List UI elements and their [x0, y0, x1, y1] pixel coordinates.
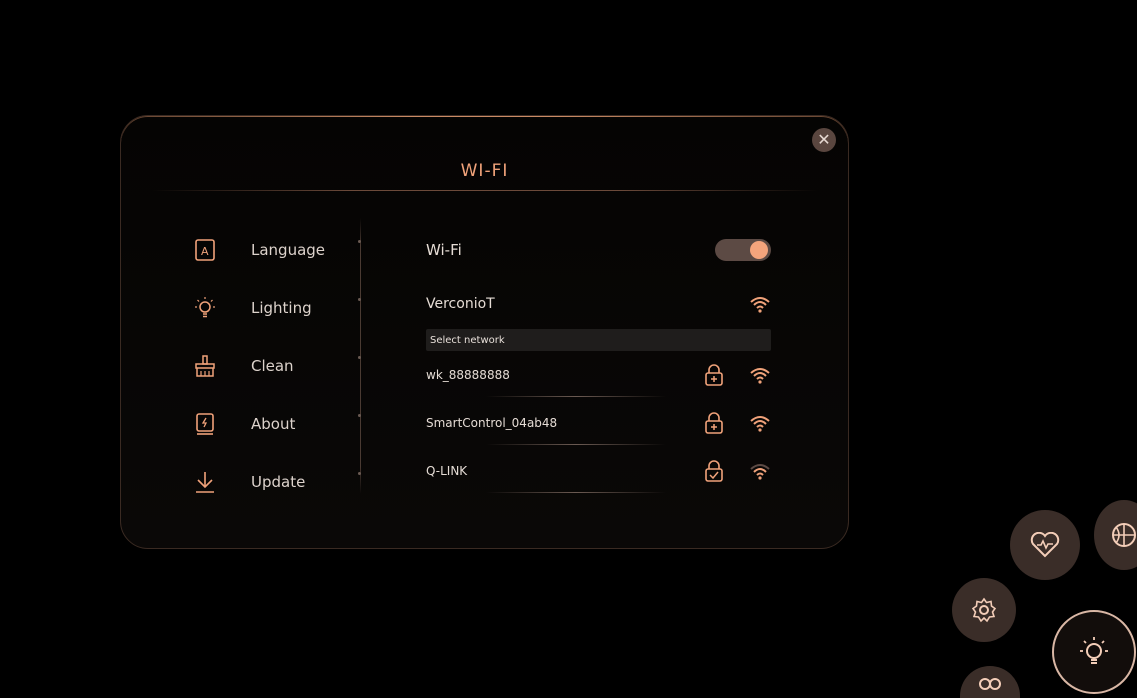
bulb-icon — [191, 294, 219, 322]
divider-dot — [358, 472, 361, 475]
wifi-signal-icon — [749, 413, 771, 433]
network-list-item[interactable]: wk_88888888 — [426, 351, 771, 399]
row-divider — [486, 492, 666, 493]
health-orb-button[interactable] — [1010, 510, 1080, 580]
bulb-icon — [1080, 637, 1108, 664]
network-list-item-partial[interactable] — [426, 495, 771, 501]
language-icon: A — [191, 236, 219, 264]
wifi-signal-icon — [749, 461, 771, 481]
loop-icon — [979, 678, 1001, 690]
lock-check-icon — [703, 459, 725, 483]
wifi-label: Wi-Fi — [426, 241, 462, 259]
network-list-item[interactable]: Q-LINK — [426, 447, 771, 495]
sidebar-item-clean[interactable]: Clean — [191, 337, 371, 395]
divider-dot — [358, 414, 361, 417]
row-divider — [486, 444, 666, 445]
close-icon: ✕ — [817, 130, 831, 149]
connected-network-name: VerconioT — [426, 296, 495, 312]
lighting-orb-button[interactable] — [1052, 610, 1136, 694]
wifi-toggle-row: Wi-Fi — [426, 221, 771, 279]
divider-dot — [358, 356, 361, 359]
wifi-panel: Wi-Fi VerconioT Select network wk_888888… — [426, 221, 771, 501]
network-name: wk_88888888 — [426, 368, 510, 382]
settings-sidebar: A Language Lighting Clean About Update — [191, 221, 371, 511]
download-icon — [191, 468, 219, 496]
network-name: SmartControl_04ab48 — [426, 416, 558, 430]
heart-icon — [1030, 532, 1060, 558]
connected-network-row[interactable]: VerconioT — [426, 279, 771, 329]
sidebar-item-language[interactable]: A Language — [191, 221, 371, 279]
settings-dialog: WI-FI A Language Lighting Clean About Up… — [120, 115, 849, 549]
network-name: Q-LINK — [426, 464, 468, 478]
gear-icon — [971, 597, 997, 623]
sidebar-item-label: About — [251, 415, 296, 433]
basketball-icon — [1112, 523, 1136, 547]
dialog-title: WI-FI — [460, 161, 509, 181]
divider-dot — [358, 298, 361, 301]
title-divider — [151, 190, 818, 191]
sidebar-item-about[interactable]: About — [191, 395, 371, 453]
row-divider — [486, 396, 666, 397]
sidebar-item-label: Language — [251, 241, 326, 259]
sidebar-item-lighting[interactable]: Lighting — [191, 279, 371, 337]
settings-orb-button[interactable] — [952, 578, 1016, 642]
broom-icon — [191, 352, 219, 380]
wifi-signal-icon — [749, 294, 771, 314]
sidebar-item-label: Clean — [251, 357, 294, 375]
wifi-signal-icon — [749, 365, 771, 385]
lock-plus-icon — [703, 363, 725, 387]
about-icon — [191, 410, 219, 438]
wifi-toggle[interactable] — [715, 239, 771, 261]
sidebar-item-label: Lighting — [251, 299, 312, 317]
sidebar-item-update[interactable]: Update — [191, 453, 371, 511]
close-button[interactable]: ✕ — [812, 128, 836, 152]
network-list-item[interactable]: SmartControl_04ab48 — [426, 399, 771, 447]
svg-text:A: A — [201, 245, 209, 258]
sidebar-item-label: Update — [251, 473, 306, 491]
toggle-knob — [750, 241, 768, 259]
lock-plus-icon — [703, 411, 725, 435]
divider-dot — [358, 240, 361, 243]
select-network-header: Select network — [426, 329, 771, 351]
